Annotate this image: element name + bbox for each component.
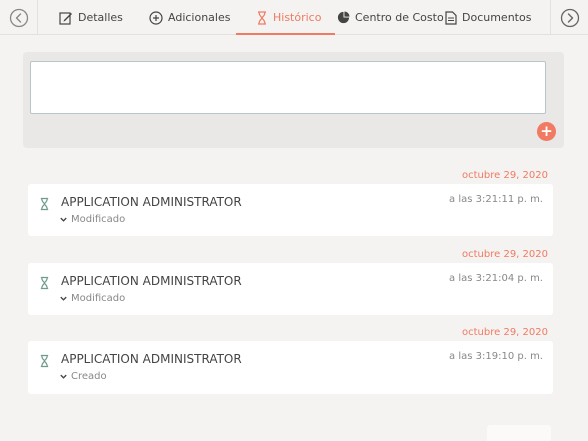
history-item: APPLICATION ADMINISTRATOR a las 3:19:10 …: [28, 341, 553, 394]
hourglass-icon: [256, 10, 268, 25]
chevron-down-icon: [60, 296, 67, 301]
history-time: a las 3:21:04 p. m.: [449, 273, 543, 284]
plus-circle-icon: [149, 10, 163, 25]
history-time: a las 3:19:10 p. m.: [449, 351, 543, 362]
tab-adicionales[interactable]: Adicionales: [149, 0, 230, 35]
history-action-toggle[interactable]: Modificado: [59, 214, 125, 225]
chevron-left-circle-icon: [9, 8, 28, 27]
tab-centro-de-costo[interactable]: Centro de Costo: [337, 0, 444, 35]
active-tab-indicator: [236, 33, 335, 35]
history-date: octubre 29, 2020: [462, 170, 548, 181]
hourglass-icon: [39, 275, 50, 294]
history-date: octubre 29, 2020: [462, 327, 548, 338]
chevron-down-icon: [60, 374, 67, 379]
history-action: Modificado: [71, 293, 126, 304]
pie-chart-icon: [337, 11, 350, 24]
history-item: APPLICATION ADMINISTRATOR a las 3:21:11 …: [28, 184, 553, 236]
add-comment-button[interactable]: +: [537, 122, 556, 141]
history-action-toggle[interactable]: Creado: [59, 371, 107, 382]
hourglass-icon: [39, 196, 50, 215]
comment-input[interactable]: [30, 61, 546, 114]
history-item: APPLICATION ADMINISTRATOR a las 3:21:04 …: [28, 263, 553, 315]
tab-documentos[interactable]: Documentos: [445, 0, 531, 35]
tab-bar: Detalles Adicionales Histórico Centro de…: [0, 0, 588, 35]
tab-label: Documentos: [462, 11, 532, 24]
tab-label: Histórico: [273, 11, 322, 24]
history-date: octubre 29, 2020: [462, 249, 548, 260]
history-action-toggle[interactable]: Modificado: [59, 293, 125, 304]
footer-panel: [487, 425, 551, 441]
comment-panel: +: [23, 52, 564, 148]
hourglass-icon: [39, 353, 50, 372]
plus-icon: +: [540, 122, 553, 140]
history-action: Creado: [71, 371, 107, 382]
history-user: APPLICATION ADMINISTRATOR: [61, 274, 242, 288]
history-time: a las 3:21:11 p. m.: [449, 194, 543, 205]
history-user: APPLICATION ADMINISTRATOR: [61, 195, 242, 209]
tab-historico[interactable]: Histórico: [256, 0, 321, 35]
chevron-down-icon: [60, 217, 67, 222]
scroll-left-button[interactable]: [0, 0, 38, 35]
tab-label: Detalles: [78, 11, 123, 24]
history-user: APPLICATION ADMINISTRATOR: [61, 352, 242, 366]
chevron-right-circle-icon: [560, 8, 579, 27]
edit-icon: [59, 11, 73, 25]
scroll-right-button[interactable]: [550, 0, 588, 35]
tab-label: Centro de Costo: [355, 11, 444, 24]
document-icon: [445, 10, 457, 25]
history-action: Modificado: [71, 214, 126, 225]
tab-label: Adicionales: [168, 11, 231, 24]
tab-detalles[interactable]: Detalles: [59, 0, 123, 35]
